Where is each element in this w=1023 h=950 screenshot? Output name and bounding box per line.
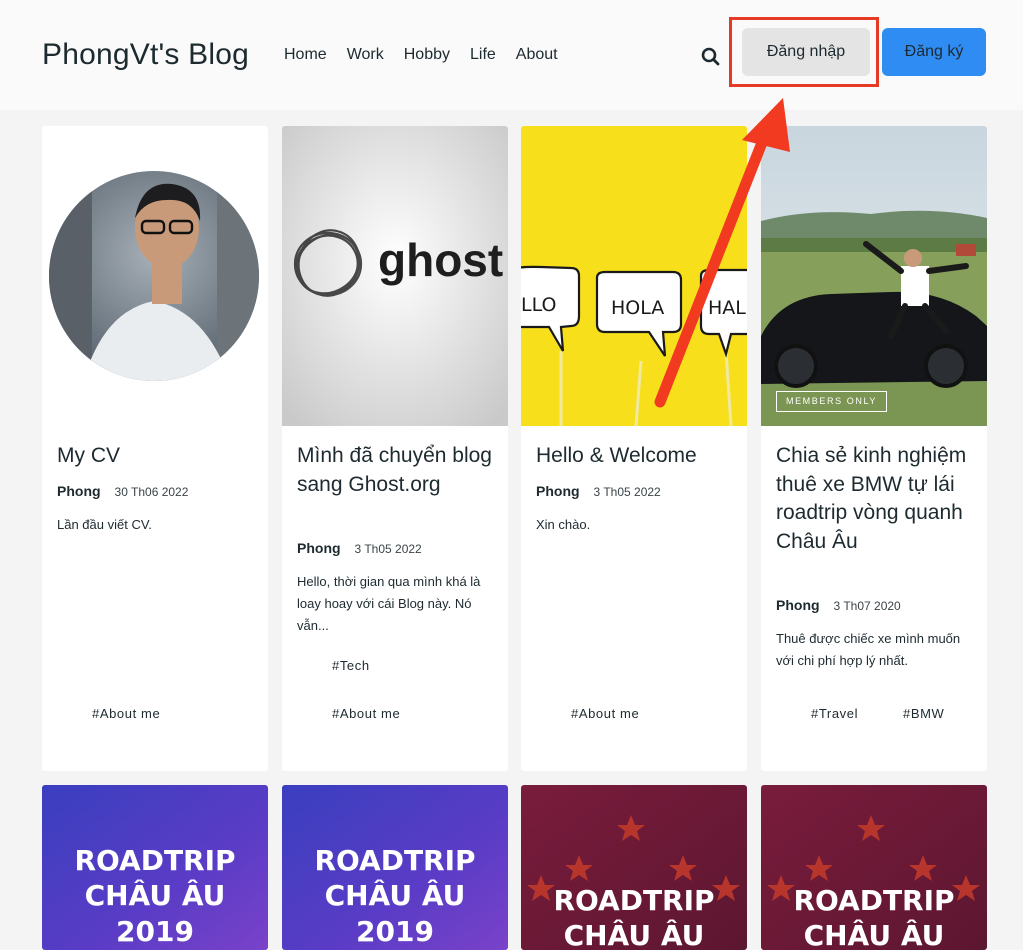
post-tag[interactable]: #BMW bbox=[903, 706, 944, 721]
post-image: ghost bbox=[282, 126, 508, 426]
post-tag[interactable]: #Tech bbox=[332, 658, 370, 673]
post-date: 3 Th05 2022 bbox=[593, 485, 661, 499]
poster-line-3: 2019 bbox=[356, 915, 434, 948]
post-tag[interactable]: #Travel bbox=[811, 706, 858, 721]
nav-life[interactable]: Life bbox=[470, 46, 496, 64]
bubble-text-1: LLO bbox=[521, 294, 556, 316]
post-card-ghost[interactable]: ghost Mình đã chuyển blog sang Ghost.org… bbox=[282, 126, 508, 771]
poster-line-1: ROADTRIP bbox=[553, 884, 715, 917]
post-meta: Phong 30 Th06 2022 bbox=[57, 483, 188, 499]
poster-line-2: CHÂU ÂU bbox=[563, 919, 705, 950]
post-card-bmw[interactable]: MEMBERS ONLY Chia sẻ kinh nghiệm thuê xe… bbox=[761, 126, 987, 771]
post-card-roadtrip-3[interactable]: ROADTRIP CHÂU ÂU bbox=[521, 785, 747, 950]
post-excerpt: Xin chào. bbox=[536, 517, 591, 532]
post-meta: Phong 3 Th05 2022 bbox=[536, 483, 661, 499]
login-button[interactable]: Đăng nhập bbox=[742, 28, 870, 76]
nav-about[interactable]: About bbox=[516, 46, 558, 64]
post-meta: Phong 3 Th05 2022 bbox=[297, 540, 422, 556]
post-card-my-cv[interactable]: My CV Phong 30 Th06 2022 Lần đầu viết CV.… bbox=[42, 126, 268, 771]
bubble-text-3: HALL bbox=[708, 297, 747, 319]
post-title[interactable]: Chia sẻ kinh nghiệm thuê xe BMW tự lái r… bbox=[776, 442, 976, 556]
poster-line-3: 2019 bbox=[116, 915, 194, 948]
poster-line-1: ROADTRIP bbox=[74, 844, 236, 877]
speech-bubbles-image: LLO HOLA HALL bbox=[521, 126, 747, 426]
signup-button[interactable]: Đăng ký bbox=[882, 28, 986, 76]
post-author[interactable]: Phong bbox=[776, 597, 820, 613]
post-date: 3 Th05 2022 bbox=[354, 542, 422, 556]
main-nav: Home Work Hobby Life About bbox=[284, 46, 558, 64]
post-title[interactable]: Mình đã chuyển blog sang Ghost.org bbox=[297, 442, 497, 499]
post-title[interactable]: My CV bbox=[57, 442, 257, 471]
post-image bbox=[42, 126, 268, 426]
post-image: LLO HOLA HALL bbox=[521, 126, 747, 426]
site-brand[interactable]: PhongVt's Blog bbox=[42, 38, 249, 72]
poster-line-1: ROADTRIP bbox=[793, 884, 955, 917]
post-author[interactable]: Phong bbox=[297, 540, 341, 556]
poster-line-1: ROADTRIP bbox=[314, 844, 476, 877]
car-photo bbox=[761, 126, 987, 426]
bubble-text-2: HOLA bbox=[611, 297, 664, 319]
post-title[interactable]: Hello & Welcome bbox=[536, 442, 736, 471]
site-header: PhongVt's Blog Home Work Hobby Life Abou… bbox=[0, 0, 1023, 110]
post-card-hello[interactable]: LLO HOLA HALL Hello & Welcome Phong 3 Th0… bbox=[521, 126, 747, 771]
post-tag[interactable]: #About me bbox=[332, 706, 400, 721]
ghost-wordmark: ghost bbox=[378, 234, 503, 286]
avatar bbox=[49, 171, 259, 381]
post-image: MEMBERS ONLY bbox=[761, 126, 987, 426]
post-author[interactable]: Phong bbox=[536, 483, 580, 499]
nav-home[interactable]: Home bbox=[284, 46, 327, 64]
post-date: 3 Th07 2020 bbox=[833, 599, 901, 613]
post-excerpt: Hello, thời gian qua mình khá là loay ho… bbox=[297, 574, 481, 633]
nav-work[interactable]: Work bbox=[347, 46, 384, 64]
post-card-roadtrip-4[interactable]: ROADTRIP CHÂU ÂU bbox=[761, 785, 987, 950]
post-author[interactable]: Phong bbox=[57, 483, 101, 499]
poster-line-2: CHÂU ÂU bbox=[803, 919, 945, 950]
poster-line-2: CHÂU ÂU bbox=[324, 879, 466, 912]
post-excerpt: Thuê được chiếc xe mình muốn với chi phí… bbox=[776, 631, 961, 668]
post-tag[interactable]: #About me bbox=[571, 706, 639, 721]
post-meta: Phong 3 Th07 2020 bbox=[776, 597, 901, 613]
poster-line-2: CHÂU ÂU bbox=[84, 879, 226, 912]
post-card-roadtrip-2[interactable]: ROADTRIP CHÂU ÂU 2019 bbox=[282, 785, 508, 950]
post-card-roadtrip-1[interactable]: ROADTRIP CHÂU ÂU 2019 bbox=[42, 785, 268, 950]
nav-hobby[interactable]: Hobby bbox=[404, 46, 450, 64]
post-date: 30 Th06 2022 bbox=[114, 485, 189, 499]
post-excerpt: Lần đầu viết CV. bbox=[57, 517, 152, 532]
search-icon[interactable] bbox=[700, 46, 722, 68]
post-tag[interactable]: #About me bbox=[92, 706, 160, 721]
ghost-logo-image: ghost bbox=[282, 126, 508, 426]
members-only-badge: MEMBERS ONLY bbox=[776, 391, 887, 412]
